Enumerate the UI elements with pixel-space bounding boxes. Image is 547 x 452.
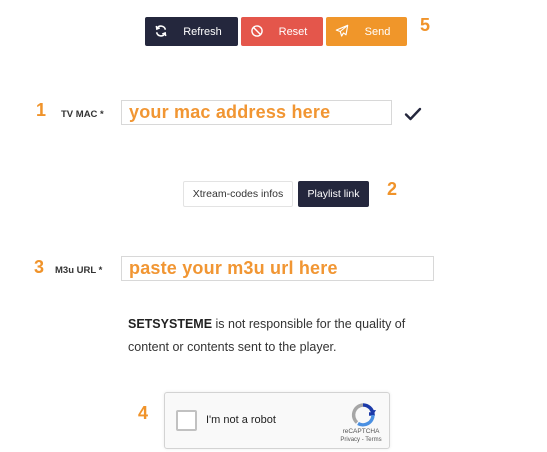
tab-xtream-codes[interactable]: Xtream-codes infos <box>183 181 293 207</box>
tab-playlist-link[interactable]: Playlist link <box>298 181 369 207</box>
refresh-button[interactable]: Refresh <box>145 17 238 46</box>
m3u-url-label: M3u URL * <box>55 265 103 276</box>
checkmark-icon <box>404 107 422 121</box>
disclaimer-text: SETSYSTEME is not responsible for the qu… <box>128 313 438 359</box>
step-number-5: 5 <box>420 15 431 35</box>
step-number-2: 2 <box>387 179 398 199</box>
m3u-url-placeholder: paste your m3u url here <box>129 258 338 278</box>
recaptcha-logo-icon <box>351 403 376 427</box>
captcha-privacy-terms-link[interactable]: Privacy - Terms <box>335 437 387 443</box>
reset-button[interactable]: Reset <box>241 17 323 46</box>
refresh-label: Refresh <box>183 25 222 38</box>
send-label: Send <box>364 25 391 38</box>
captcha-checkbox[interactable] <box>176 410 197 431</box>
disclaimer-brand: SETSYSTEME <box>128 317 213 331</box>
captcha-label: I'm not a robot <box>206 414 276 426</box>
tv-mac-input[interactable]: your mac address here <box>121 100 392 125</box>
tv-mac-placeholder: your mac address here <box>129 102 331 122</box>
captcha-brand: reCAPTCHA <box>342 428 380 435</box>
m3u-url-input[interactable]: paste your m3u url here <box>121 256 434 281</box>
reset-label: Reset <box>278 25 308 38</box>
recaptcha-widget: I'm not a robot reCAPTCHA Privacy - Term… <box>164 392 390 449</box>
step-number-3: 3 <box>34 257 45 277</box>
send-button[interactable]: Send <box>326 17 407 46</box>
tv-mac-label: TV MAC * <box>61 109 104 120</box>
step-number-4: 4 <box>138 403 149 423</box>
step-number-1: 1 <box>36 100 47 120</box>
